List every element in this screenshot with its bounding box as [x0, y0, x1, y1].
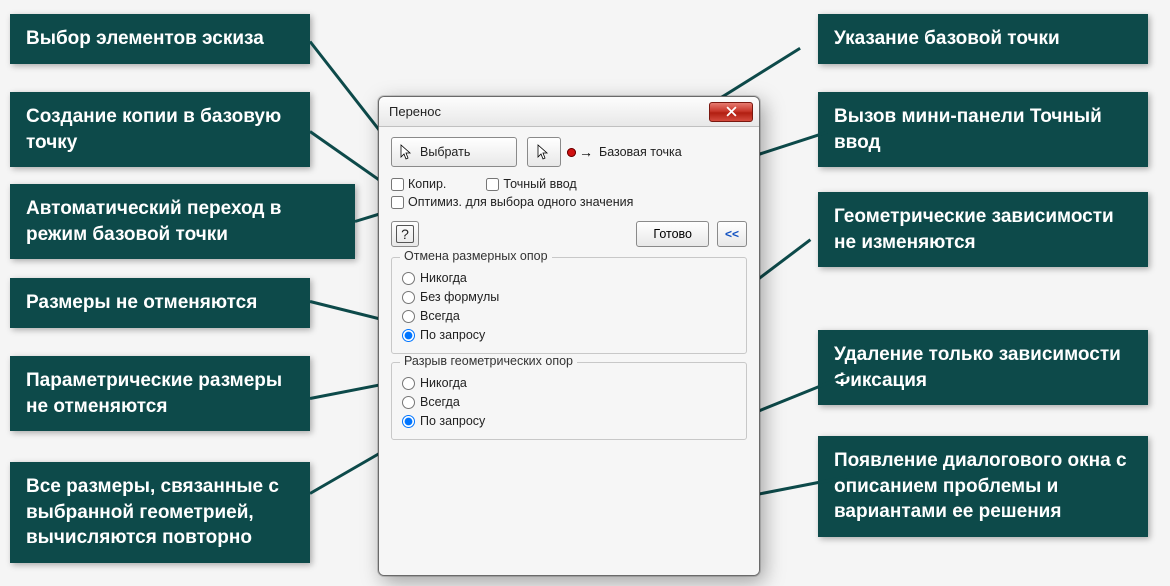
radio-dim-noformula[interactable]: Без формулы [402, 290, 736, 304]
select-button[interactable]: Выбрать [391, 137, 517, 167]
radio-dim-always[interactable]: Всегда [402, 309, 736, 323]
cursor-icon [396, 141, 418, 163]
callout-auto-basepoint-mode: Автоматический переход в режим базовой т… [10, 184, 355, 259]
radio-dim-onrequest-label: По запросу [420, 328, 485, 342]
copy-checkbox-label: Копир. [408, 177, 446, 191]
radio-dim-never[interactable]: Никогда [402, 271, 736, 285]
callout-basepoint-spec: Указание базовой точки [818, 14, 1148, 64]
help-button[interactable]: ? [391, 221, 419, 247]
callout-param-dims-not-cancelled: Параметрические размеры не отменяются [10, 356, 310, 431]
radio-geo-always-label: Всегда [420, 395, 460, 409]
group-geo-break: Разрыв геометрических опор Никогда Всегд… [391, 362, 747, 440]
callout-copy-to-basepoint: Создание копии в базовую точку [10, 92, 310, 167]
arrow-right-icon: → [579, 144, 593, 160]
radio-geo-never-input[interactable] [402, 377, 415, 390]
optimize-checkbox[interactable]: Оптимиз. для выбора одного значения [391, 195, 747, 209]
radio-dim-noformula-label: Без формулы [420, 290, 499, 304]
radio-geo-always[interactable]: Всегда [402, 395, 736, 409]
radio-dim-noformula-input[interactable] [402, 291, 415, 304]
dialog-window: Перенос Выбрать → [378, 96, 760, 576]
callout-select-elements: Выбор элементов эскиза [10, 14, 310, 64]
radio-dim-onrequest[interactable]: По запросу [402, 328, 736, 342]
optimize-checkbox-input[interactable] [391, 196, 404, 209]
callout-dims-not-cancelled: Размеры не отменяются [10, 278, 310, 328]
radio-dim-never-input[interactable] [402, 272, 415, 285]
help-icon: ? [396, 225, 414, 243]
basepoint-label: Базовая точка [599, 145, 682, 159]
callout-geo-constraints-unchanged: Геометрические зависимости не изменяются [818, 192, 1148, 267]
group-geo-break-title: Разрыв геометрических опор [400, 354, 577, 368]
basepoint-button[interactable] [527, 137, 561, 167]
select-button-label: Выбрать [418, 145, 476, 159]
cursor-icon [536, 144, 552, 160]
leader-line [309, 41, 382, 133]
radio-dim-onrequest-input[interactable] [402, 329, 415, 342]
group-dimension-cancel: Отмена размерных опор Никогда Без формул… [391, 257, 747, 354]
radio-geo-never[interactable]: Никогда [402, 376, 736, 390]
red-dot-icon [567, 148, 576, 157]
precise-input-checkbox[interactable]: Точный ввод [486, 177, 576, 191]
group-dimension-cancel-title: Отмена размерных опор [400, 249, 552, 263]
radio-dim-always-label: Всегда [420, 309, 460, 323]
collapse-button[interactable]: << [717, 221, 747, 247]
radio-geo-never-label: Никогда [420, 376, 467, 390]
radio-geo-onrequest[interactable]: По запросу [402, 414, 736, 428]
copy-checkbox[interactable]: Копир. [391, 177, 446, 191]
window-title: Перенос [389, 104, 709, 119]
close-icon [726, 106, 737, 117]
copy-checkbox-input[interactable] [391, 178, 404, 191]
close-button[interactable] [709, 102, 753, 122]
callout-dims-recomputed: Все размеры, связанные с выбранной геоме… [10, 462, 310, 563]
radio-geo-onrequest-input[interactable] [402, 415, 415, 428]
radio-geo-always-input[interactable] [402, 396, 415, 409]
optimize-checkbox-label: Оптимиз. для выбора одного значения [408, 195, 633, 209]
callout-problem-dialog: Появление диалогового окна с описанием п… [818, 436, 1148, 537]
callout-delete-fix-constraint: Удаление только зависимости Фиксация [818, 330, 1148, 405]
radio-dim-always-input[interactable] [402, 310, 415, 323]
precise-input-checkbox-label: Точный ввод [503, 177, 576, 191]
precise-input-checkbox-input[interactable] [486, 178, 499, 191]
radio-geo-onrequest-label: По запросу [420, 414, 485, 428]
callout-precise-input-panel: Вызов мини-панели Точный ввод [818, 92, 1148, 167]
titlebar[interactable]: Перенос [379, 97, 759, 127]
done-button[interactable]: Готово [636, 221, 709, 247]
basepoint-glyph: → [567, 144, 593, 160]
radio-dim-never-label: Никогда [420, 271, 467, 285]
